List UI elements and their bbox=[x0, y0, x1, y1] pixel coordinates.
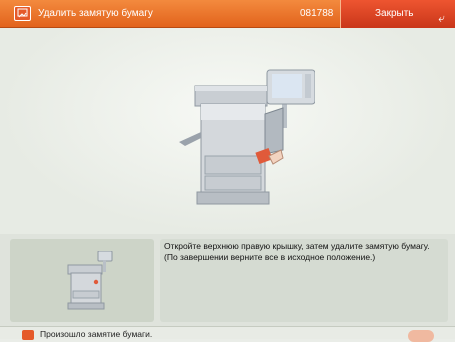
job-id: 081788 bbox=[300, 8, 334, 19]
thumbnail-panel bbox=[10, 239, 154, 322]
paper-jam-icon bbox=[22, 330, 34, 340]
paper-jam-icon bbox=[14, 6, 31, 21]
close-button[interactable]: Закрыть ⤶ bbox=[340, 0, 455, 28]
instruction-text: Откройте верхнюю правую крышку, затем уд… bbox=[164, 241, 430, 262]
return-arrow-icon: ⤶ bbox=[438, 11, 445, 25]
page-title: Удалить замятую бумагу bbox=[38, 8, 153, 19]
status-bar: Произошло замятие бумаги. bbox=[0, 326, 455, 342]
instruction-section: Откройте верхнюю правую крышку, затем уд… bbox=[0, 234, 455, 326]
status-button[interactable] bbox=[408, 330, 434, 342]
illustration-area bbox=[0, 28, 455, 234]
title-bar: Удалить замятую бумагу 081788 Закрыть ⤶ bbox=[0, 0, 455, 28]
instruction-panel: Откройте верхнюю правую крышку, затем уд… bbox=[160, 239, 448, 322]
close-button-label: Закрыть bbox=[375, 8, 414, 19]
copier-illustration bbox=[179, 69, 315, 205]
copier-thumbnail bbox=[67, 251, 113, 310]
